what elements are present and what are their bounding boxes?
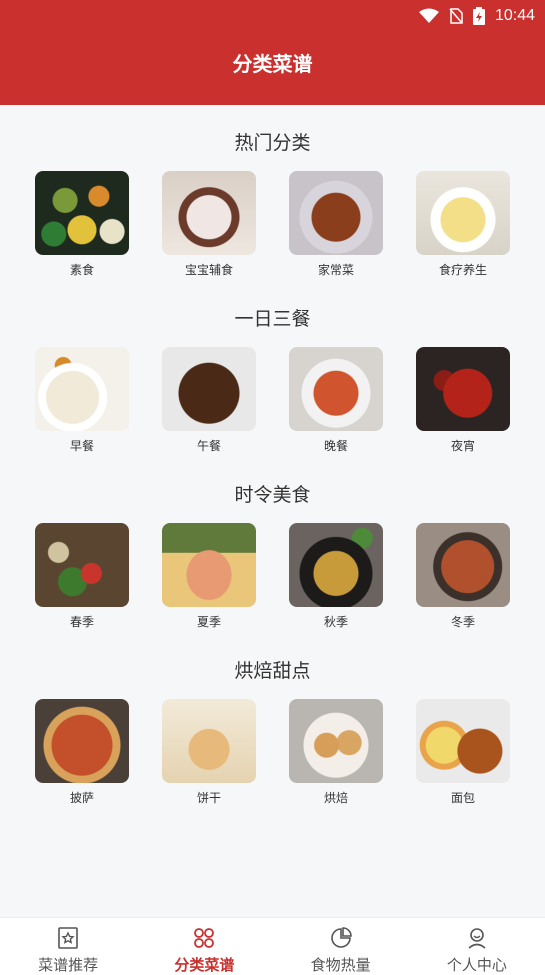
- lunch-image: [162, 347, 256, 431]
- section-seasonal: 时令美食 春季 夏季 秋季 冬季: [0, 481, 545, 629]
- category-item-vegetarian[interactable]: 素食: [35, 171, 129, 278]
- status-time: 10:44: [494, 7, 535, 24]
- tab-label: 食物热量: [310, 956, 371, 974]
- section-baking-desserts: 烘焙甜点 披萨 饼干 烘焙 面包: [0, 657, 545, 805]
- page-title: 分类菜谱: [232, 52, 313, 76]
- category-item-bread[interactable]: 面包: [416, 699, 510, 806]
- pizza-image: [35, 699, 129, 783]
- breakfast-image: [35, 347, 129, 431]
- home-cooking-image: [289, 171, 383, 255]
- category-label: 面包: [450, 791, 475, 805]
- app-header: 10:44 分类菜谱: [0, 0, 545, 105]
- category-item-pizza[interactable]: 披萨: [35, 699, 129, 806]
- category-item-breakfast[interactable]: 早餐: [35, 347, 129, 454]
- category-label: 素食: [69, 263, 94, 277]
- spring-image: [35, 523, 129, 607]
- autumn-image: [289, 523, 383, 607]
- status-bar: 10:44: [418, 4, 535, 28]
- vegetarian-image: [35, 171, 129, 255]
- category-label: 晚餐: [323, 439, 348, 453]
- baking-image: [289, 699, 383, 783]
- category-content: 热门分类 素食 宝宝辅食 家常菜 食疗养生 一日三餐 早餐 午餐 晚餐 夜宵 时…: [0, 105, 545, 917]
- section-three-meals: 一日三餐 早餐 午餐 晚餐 夜宵: [0, 305, 545, 453]
- category-item-autumn[interactable]: 秋季: [289, 523, 383, 630]
- category-item-winter[interactable]: 冬季: [416, 523, 510, 630]
- bottom-tab-bar: 菜谱推荐 分类菜谱 食物热量 个人中心: [0, 917, 545, 975]
- health-food-image: [416, 171, 510, 255]
- category-label: 春季: [69, 615, 94, 629]
- baby-food-image: [162, 171, 256, 255]
- category-item-baby-food[interactable]: 宝宝辅食: [162, 171, 256, 278]
- user-icon: [463, 924, 491, 952]
- section-title: 一日三餐: [234, 308, 311, 330]
- winter-image: [416, 523, 510, 607]
- tab-label: 菜谱推荐: [38, 956, 99, 974]
- battery-icon: [472, 7, 485, 25]
- biscuit-image: [162, 699, 256, 783]
- category-item-biscuit[interactable]: 饼干: [162, 699, 256, 806]
- category-item-lunch[interactable]: 午餐: [162, 347, 256, 454]
- star-doc-icon: [54, 924, 82, 952]
- category-label: 夏季: [196, 615, 221, 629]
- category-item-health[interactable]: 食疗养生: [416, 171, 510, 278]
- category-label: 早餐: [69, 439, 94, 453]
- category-label: 饼干: [196, 791, 221, 805]
- pie-chart-icon: [327, 924, 355, 952]
- section-title: 热门分类: [234, 132, 311, 154]
- category-item-spring[interactable]: 春季: [35, 523, 129, 630]
- dinner-image: [289, 347, 383, 431]
- section-title: 时令美食: [234, 484, 311, 506]
- category-label: 食疗养生: [438, 263, 487, 277]
- category-item-dinner[interactable]: 晚餐: [289, 347, 383, 454]
- category-label: 家常菜: [317, 263, 354, 277]
- category-label: 冬季: [450, 615, 475, 629]
- tab-label: 个人中心: [446, 956, 507, 974]
- category-item-late-night[interactable]: 夜宵: [416, 347, 510, 454]
- category-label: 披萨: [69, 791, 94, 805]
- no-sim-icon: [449, 8, 463, 24]
- late-night-snack-image: [416, 347, 510, 431]
- grid-icon: [190, 924, 218, 952]
- category-label: 烘焙: [323, 791, 348, 805]
- category-item-home-cooking[interactable]: 家常菜: [289, 171, 383, 278]
- wifi-icon: [418, 8, 439, 23]
- tab-recipe-recommend[interactable]: 菜谱推荐: [0, 918, 136, 975]
- section-hot-categories: 热门分类 素食 宝宝辅食 家常菜 食疗养生: [0, 129, 545, 277]
- category-item-summer[interactable]: 夏季: [162, 523, 256, 630]
- bread-image: [416, 699, 510, 783]
- tab-label: 分类菜谱: [174, 956, 235, 974]
- tab-personal-center[interactable]: 个人中心: [409, 918, 545, 975]
- tab-category-recipe[interactable]: 分类菜谱: [136, 918, 272, 975]
- section-title: 烘焙甜点: [234, 660, 311, 682]
- category-label: 夜宵: [450, 439, 475, 453]
- category-label: 宝宝辅食: [184, 263, 233, 277]
- summer-image: [162, 523, 256, 607]
- category-label: 午餐: [196, 439, 221, 453]
- category-label: 秋季: [323, 615, 348, 629]
- category-item-baking[interactable]: 烘焙: [289, 699, 383, 806]
- tab-food-calories[interactable]: 食物热量: [273, 918, 409, 975]
